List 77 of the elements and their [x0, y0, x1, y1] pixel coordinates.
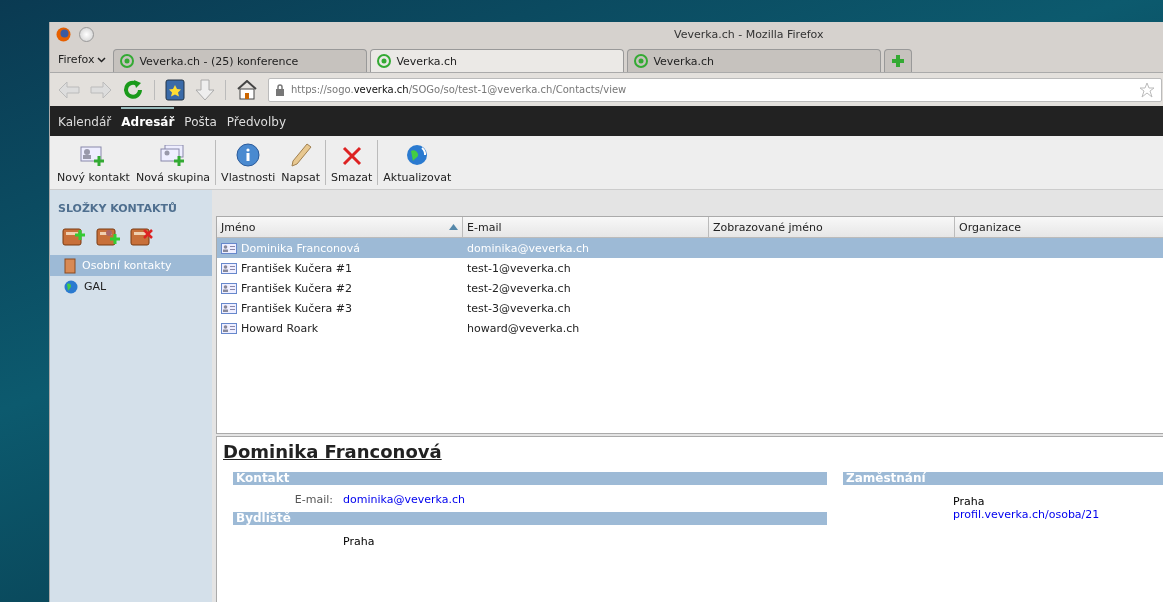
bookmarks-icon[interactable]	[165, 78, 185, 101]
sidebar-item[interactable]: GAL	[50, 276, 212, 297]
contact-card-icon	[221, 302, 237, 314]
back-arrow-icon[interactable]	[58, 80, 80, 99]
globe-refresh-icon	[405, 143, 430, 167]
reload-icon[interactable]	[122, 78, 144, 101]
add-user-folder-icon[interactable]	[96, 225, 120, 247]
plus-icon	[891, 54, 906, 68]
profile-link[interactable]: profil.veverka.ch/osoba/21	[953, 508, 1163, 521]
table-cell: František Kučera #2	[241, 281, 352, 295]
field-value: Praha	[343, 535, 376, 548]
sort-up-icon	[449, 224, 458, 230]
new-tab-button[interactable]	[884, 49, 913, 72]
tab-title: Veverka.ch - (25) konference	[139, 54, 299, 68]
info-icon	[236, 143, 261, 167]
lock-icon	[275, 83, 285, 96]
menu-item[interactable]: Pošta	[184, 107, 217, 135]
globe-icon	[64, 279, 78, 294]
toolbar-button[interactable]: Nový kontakt	[54, 136, 133, 189]
table-cell: test-2@veverka.ch	[467, 281, 571, 295]
book-icon	[64, 257, 76, 274]
table-cell: František Kučera #3	[241, 301, 352, 315]
table-cell: test-3@veverka.ch	[467, 301, 571, 315]
table-cell: test-1@veverka.ch	[467, 261, 571, 275]
browser-tab[interactable]: Veverka.ch - (25) konference	[113, 49, 368, 72]
target-icon	[634, 54, 649, 68]
sidebar-title: SLOŽKY KONTAKTŮ	[57, 202, 178, 215]
field-value: Praha	[953, 495, 986, 508]
menu-item[interactable]: Předvolby	[226, 107, 286, 135]
table-cell: František Kučera #1	[241, 261, 352, 275]
column-header[interactable]: Jméno	[217, 217, 463, 237]
address-bar[interactable]: https://sogo.veverka.ch/SOGo/so/test-1@veverka.ch/Contacts/view	[268, 77, 1162, 102]
firefox-logo-icon	[56, 26, 71, 42]
pencil-icon	[289, 143, 312, 167]
toolbar-button[interactable]: Napsat	[278, 136, 324, 189]
toolbar-button[interactable]: Aktualizovat	[380, 136, 455, 189]
toolbar-button[interactable]: Vlastnosti	[218, 136, 279, 189]
section-header: Bydliště	[233, 512, 827, 525]
target-icon	[120, 54, 135, 68]
firefox-menu-button[interactable]: Firefox	[54, 53, 111, 72]
table-cell: dominika@veverka.ch	[467, 241, 589, 255]
add-contact-icon	[80, 145, 107, 167]
window-menu-button[interactable]	[79, 26, 94, 42]
target-icon	[377, 54, 392, 68]
home-icon[interactable]	[236, 79, 258, 100]
window-title: Veverka.ch - Mozilla Firefox	[674, 27, 824, 41]
table-cell: Howard Roark	[241, 321, 319, 335]
contact-name: Dominika Franconová	[223, 441, 443, 462]
forward-arrow-icon[interactable]	[90, 80, 112, 99]
tab-title: Veverka.ch	[653, 54, 715, 68]
download-arrow-icon[interactable]	[195, 78, 215, 101]
delete-folder-icon[interactable]	[130, 225, 154, 247]
column-header[interactable]: Organizace	[955, 217, 1163, 237]
toolbar-button[interactable]: Smazat	[328, 136, 376, 189]
add-group-icon	[160, 145, 186, 167]
contact-card-icon	[221, 262, 237, 274]
contact-card-icon	[221, 322, 237, 334]
field-label: E-mail:	[293, 493, 333, 506]
browser-tab[interactable]: Veverka.ch	[627, 49, 882, 72]
browser-tab[interactable]: Veverka.ch	[370, 49, 625, 72]
table-cell: Dominika Franconová	[241, 241, 360, 255]
url-text: https://sogo.veverka.ch/SOGo/so/test-1@veverka.ch/Contacts/view	[291, 84, 628, 95]
email-link[interactable]: dominika@veverka.ch	[343, 493, 465, 506]
contact-card-icon	[221, 242, 237, 254]
column-header[interactable]: Zobrazované jméno	[709, 217, 955, 237]
star-icon[interactable]	[1139, 81, 1155, 98]
column-header[interactable]: E-mail	[463, 217, 709, 237]
section-header: Zaměstnání	[843, 472, 1163, 485]
delete-icon	[340, 145, 363, 167]
tab-title: Veverka.ch	[396, 54, 458, 68]
chevron-down-icon	[97, 56, 107, 63]
toolbar-button[interactable]: Nová skupina	[132, 136, 214, 189]
menu-item[interactable]: Kalendář	[58, 107, 112, 135]
contact-card-icon	[221, 282, 237, 294]
section-header: Kontakt	[233, 472, 827, 485]
table-cell: howard@veverka.ch	[467, 321, 580, 335]
add-folder-icon[interactable]	[62, 225, 86, 247]
